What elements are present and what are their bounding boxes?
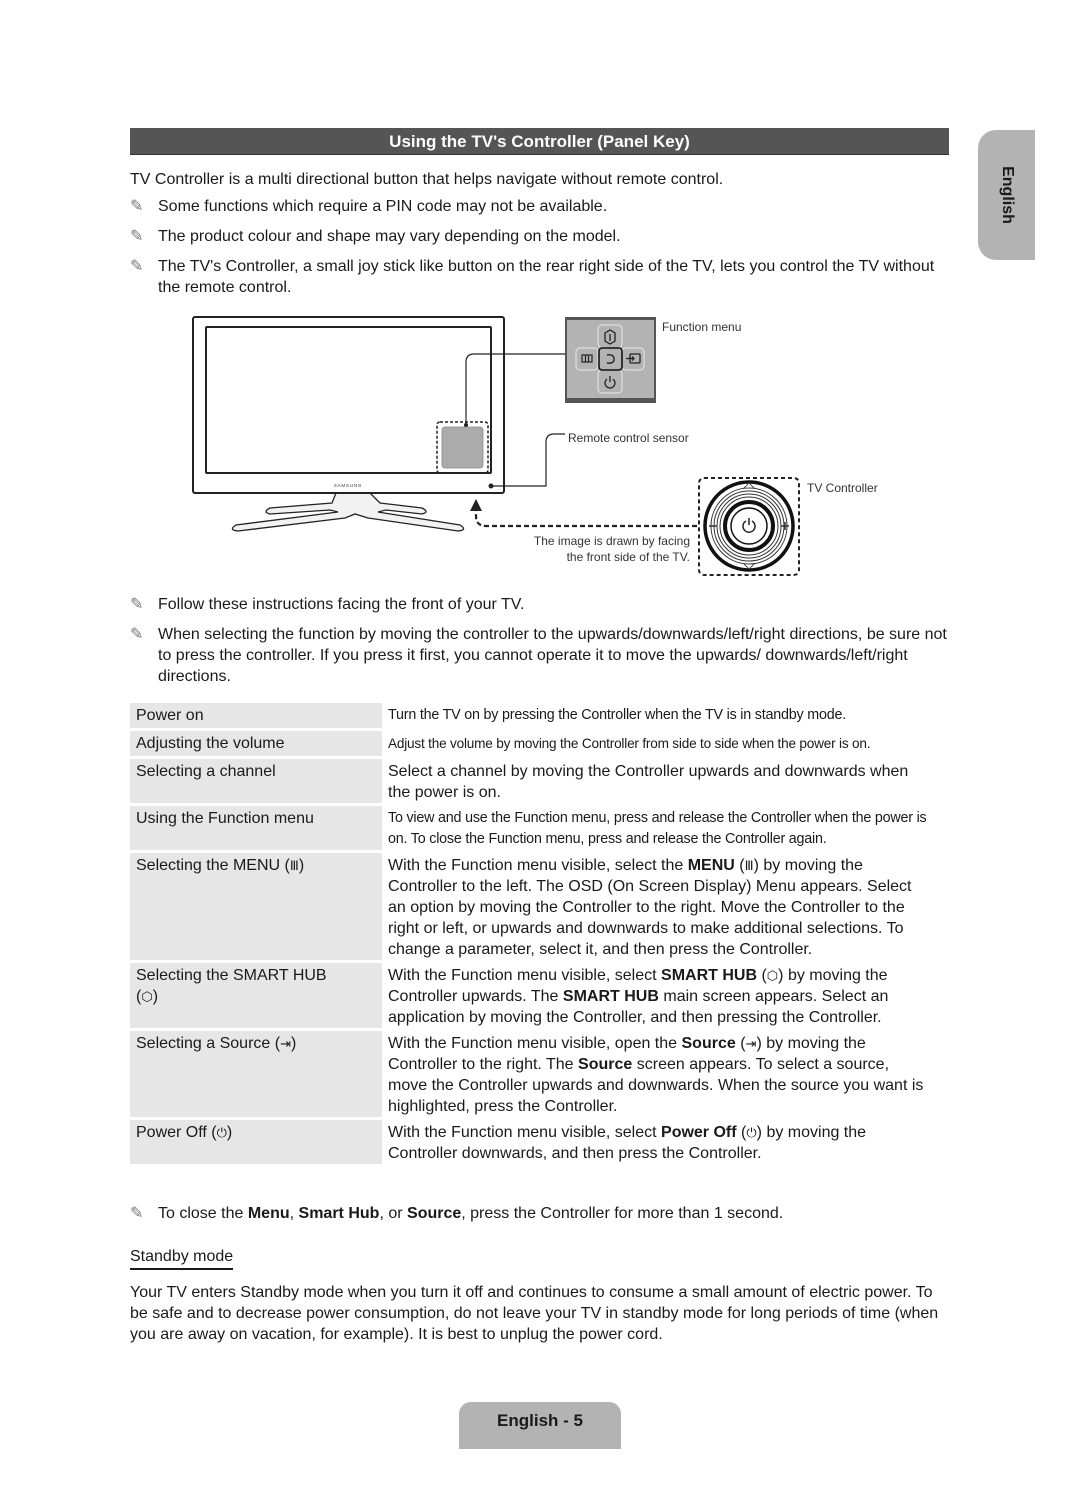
row-description: With the Function menu visible, select P… [388,1124,867,1162]
tv-frame [192,316,505,494]
note-pencil-icon: ✎ [130,626,144,643]
row-label: Power on [130,703,382,728]
row-label: Using the Function menu [130,806,382,850]
smart-hub-icon [604,329,616,345]
note-text: Follow these instructions facing the fro… [158,596,525,613]
note-item: ✎ Follow these instructions facing the f… [130,594,950,615]
source-key [621,347,645,371]
remote-sensor-dot [488,483,494,489]
row-description: Adjust the volume by moving the Controll… [388,736,871,751]
table-row: Using the Function menu To view and use … [130,806,950,850]
smart-hub-icon: ⬡ [141,989,153,1004]
table-row: Selecting a channel Select a channel by … [130,759,950,803]
function-menu-preview [441,426,484,469]
language-tab: English [978,130,1035,260]
note-item: ✎ The TV's Controller, a small joy stick… [130,256,950,298]
row-description: Turn the TV on by pressing the Controlle… [388,707,846,723]
row-label: Adjusting the volume [130,731,382,756]
table-row: Power on Turn the TV on by pressing the … [130,703,950,728]
menu-key [575,347,599,371]
table-row: Selecting the SMART HUB (⬡) With the Fun… [130,963,950,1028]
standby-mode-body: Your TV enters Standby mode when you tur… [130,1284,939,1343]
intro-lead: TV Controller is a multi directional but… [130,171,724,188]
power-icon [604,376,616,389]
note-pencil-icon: ✎ [130,258,144,275]
tv-controller-diagram: SAMSUNG [192,316,800,576]
function-menu-dashed-outline [436,421,489,474]
controller-functions-table: Power on Turn the TV on by pressing the … [130,703,950,1167]
source-icon [626,353,641,364]
smart-hub-icon: ⬡ [766,968,779,983]
label-facing-note-line1: The image is drawn by facing [533,534,690,548]
standby-mode-heading: Standby mode [130,1246,234,1270]
power-icon: ⏻ [746,1125,757,1140]
language-tab-label: English [998,166,1016,224]
table-row: Power Off (⏻) With the Function menu vis… [130,1120,950,1164]
controller-pointer-line [474,508,697,528]
tv-stand [231,492,465,532]
note-text: When selecting the function by moving th… [158,626,947,685]
table-row: Adjusting the volume Adjust the volume b… [130,731,950,756]
note-text: The product colour and shape may vary de… [158,228,621,245]
table-row: Selecting a Source (⇥) With the Function… [130,1031,950,1117]
source-icon: ⇥ [745,1036,757,1051]
label-function-menu: Function menu [662,320,742,334]
return-key [598,347,623,371]
controller-power-icon [742,518,756,533]
return-icon [606,354,615,364]
menu-icon [581,354,593,363]
row-label: Selecting the MENU (Ⅲ) [130,853,382,960]
note-text: The TV's Controller, a small joy stick l… [158,258,935,296]
source-icon: ⇥ [280,1036,291,1051]
row-description: With the Function menu visible, select S… [388,967,889,1026]
note-item: ✎ Some functions which require a PIN cod… [130,196,950,217]
row-label: Power Off (⏻) [130,1120,382,1164]
row-label: Selecting a Source (⇥) [130,1031,382,1117]
closing-note: ✎ To close the Menu, Smart Hub, or Sourc… [130,1205,784,1222]
row-label: Selecting a channel [130,759,382,803]
tv-controller-dashed-outline [698,477,800,576]
controller-pointer-arrowhead [470,499,482,511]
row-description: Select a channel by moving the Controlle… [388,763,909,801]
label-tv-controller: TV Controller [807,481,878,495]
note-item: ✎ The product colour and shape may vary … [130,226,950,247]
row-description: With the Function menu visible, select t… [388,857,912,958]
row-label: Selecting the SMART HUB (⬡) [130,963,382,1028]
power-key [597,369,623,394]
table-row: Selecting the MENU (Ⅲ) With the Function… [130,853,950,960]
menu-icon: Ⅲ [744,858,754,873]
label-remote-control-sensor: Remote control sensor [568,431,689,445]
note-pencil-icon: ✎ [130,198,144,215]
label-facing-note-line2: the front side of the TV. [566,550,690,564]
note-pencil-icon: ✎ [130,596,144,613]
function-menu-leader-line [465,353,566,425]
row-description: With the Function menu visible, open the… [388,1035,924,1115]
tv-brand-logo: SAMSUNG [334,483,362,488]
note-text: Some functions which require a PIN code … [158,198,608,215]
power-icon: ⏻ [216,1125,227,1140]
menu-icon: Ⅲ [289,858,299,873]
remote-sensor-leader-line [493,433,565,487]
function-menu-panel [565,317,656,403]
smart-hub-key [597,324,623,349]
tv-screen [205,326,492,474]
page-title: Using the TV's Controller (Panel Key) [130,128,949,155]
row-description: To view and use the Function menu, press… [388,810,927,847]
note-pencil-icon: ✎ [130,228,144,245]
page-number-tab: English - 5 [459,1402,621,1449]
note-item: ✎ When selecting the function by moving … [130,624,950,687]
tv-controller-joystick [703,480,795,572]
note-pencil-icon: ✎ [130,1205,144,1222]
